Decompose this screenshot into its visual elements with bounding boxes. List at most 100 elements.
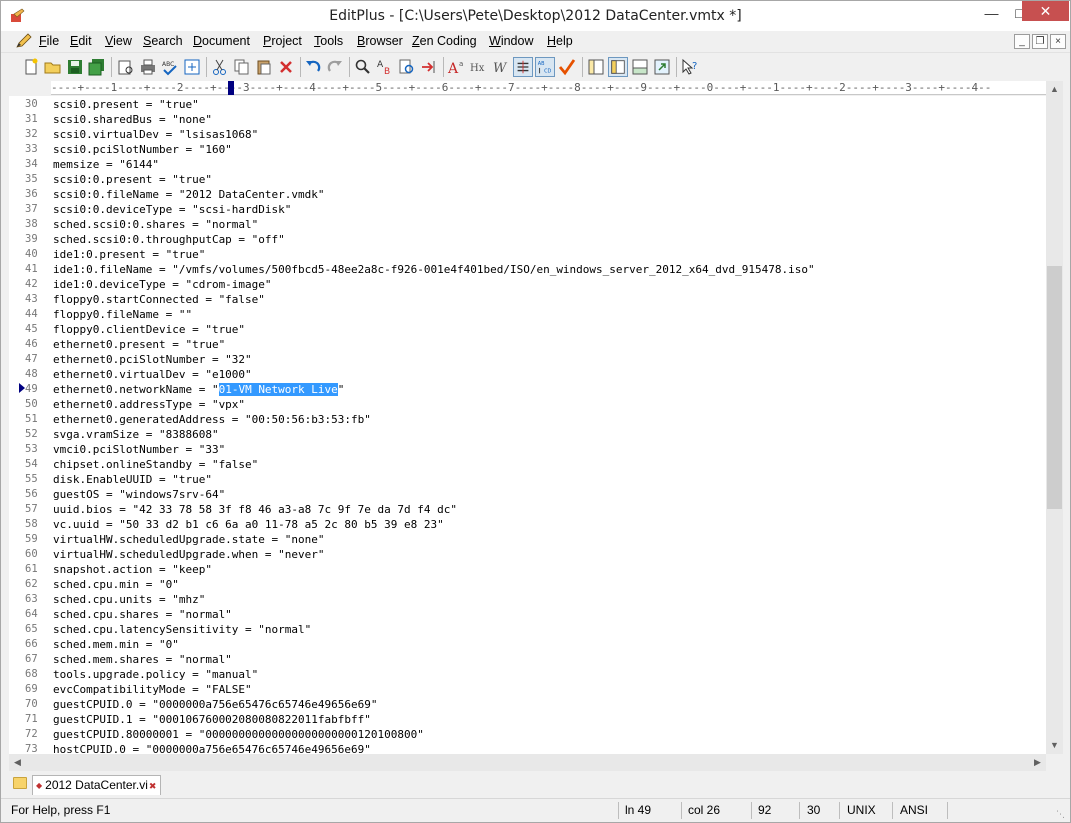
code-line[interactable]: ide1:0.present = "true" — [53, 247, 205, 262]
title-bar[interactable]: EditPlus - [C:\Users\Pete\Desktop\2012 D… — [1, 1, 1070, 31]
delete-icon[interactable] — [276, 57, 296, 77]
code-line[interactable]: virtualHW.scheduledUpgrade.when = "never… — [53, 547, 325, 562]
status-line-ending[interactable]: UNIX — [847, 803, 876, 817]
code-line[interactable]: sched.cpu.min = "0" — [53, 577, 179, 592]
output-window-icon[interactable] — [630, 57, 650, 77]
close-button[interactable]: ✕ — [1022, 1, 1069, 21]
code-line[interactable]: tools.upgrade.policy = "manual" — [53, 667, 258, 682]
menu-project[interactable]: Project — [263, 34, 302, 48]
code-line[interactable]: scsi0.sharedBus = "none" — [53, 112, 212, 127]
undo-icon[interactable] — [303, 57, 323, 77]
scroll-right-arrow-icon[interactable]: ▶ — [1029, 754, 1046, 771]
code-line[interactable]: scsi0:0.fileName = "2012 DataCenter.vmdk… — [53, 187, 325, 202]
menu-help[interactable]: Help — [547, 34, 573, 48]
vertical-scrollbar[interactable]: ▲ ▼ — [1046, 81, 1063, 754]
code-line[interactable]: sched.scsi0:0.throughputCap = "off" — [53, 232, 285, 247]
code-line[interactable]: evcCompatibilityMode = "FALSE" — [53, 682, 252, 697]
hex-viewer-icon[interactable]: Hx — [469, 57, 489, 77]
code-line[interactable]: scsi0.virtualDev = "lsisas1068" — [53, 127, 258, 142]
paste-icon[interactable] — [254, 57, 274, 77]
code-line[interactable]: disk.EnableUUID = "true" — [53, 472, 212, 487]
mdi-close-button[interactable]: × — [1050, 34, 1066, 49]
ruler-icon[interactable] — [513, 57, 533, 77]
mdi-minimize-button[interactable]: _ — [1014, 34, 1030, 49]
folder-icon[interactable] — [13, 777, 27, 789]
redo-icon[interactable] — [325, 57, 345, 77]
mdi-restore-button[interactable]: ❐ — [1032, 34, 1048, 49]
menu-search[interactable]: Search — [143, 34, 183, 48]
menu-zen-coding[interactable]: Zen Coding — [412, 34, 477, 48]
context-help-icon[interactable]: ? — [680, 57, 700, 77]
new-file-icon[interactable] — [21, 57, 41, 77]
code-line[interactable]: ethernet0.present = "true" — [53, 337, 225, 352]
spell-check-icon[interactable]: ABC — [160, 57, 180, 77]
code-line[interactable]: floppy0.fileName = "" — [53, 307, 192, 322]
code-line[interactable]: ide1:0.deviceType = "cdrom-image" — [53, 277, 272, 292]
code-line[interactable]: scsi0.pciSlotNumber = "160" — [53, 142, 232, 157]
scroll-left-arrow-icon[interactable]: ◀ — [9, 754, 26, 771]
code-line[interactable]: svga.vramSize = "8388608" — [53, 427, 219, 442]
open-file-icon[interactable] — [43, 57, 63, 77]
code-line[interactable]: floppy0.startConnected = "false" — [53, 292, 265, 307]
word-wrap-icon[interactable]: W — [491, 57, 511, 77]
scroll-up-arrow-icon[interactable]: ▲ — [1046, 81, 1063, 98]
tab-close-icon[interactable]: ✖ — [149, 777, 157, 796]
resize-grip-icon[interactable]: ⋱ — [1056, 808, 1068, 820]
save-all-icon[interactable] — [87, 57, 107, 77]
spell-icon[interactable] — [557, 57, 577, 77]
goto-line-icon[interactable] — [419, 57, 439, 77]
line-number-icon[interactable]: ABCD — [535, 57, 555, 77]
menu-tools[interactable]: Tools — [314, 34, 343, 48]
code-line[interactable]: ethernet0.generatedAddress = "00:50:56:b… — [53, 412, 371, 427]
code-line[interactable]: uuid.bios = "42 33 78 58 3f f8 46 a3-a8 … — [53, 502, 457, 517]
menu-file[interactable]: File — [39, 34, 59, 48]
menu-edit[interactable]: Edit — [70, 34, 92, 48]
code-line[interactable]: chipset.onlineStandby = "false" — [53, 457, 258, 472]
print-icon[interactable] — [138, 57, 158, 77]
cut-icon[interactable] — [210, 57, 230, 77]
code-line-current[interactable]: ethernet0.networkName = "01-VM Network L… — [53, 382, 344, 397]
code-line[interactable]: sched.cpu.units = "mhz" — [53, 592, 205, 607]
code-line[interactable]: ide1:0.fileName = "/vmfs/volumes/500fbcd… — [53, 262, 815, 277]
menu-browser[interactable]: Browser — [357, 34, 403, 48]
code-line[interactable]: ethernet0.pciSlotNumber = "32" — [53, 352, 252, 367]
code-line[interactable]: sched.cpu.shares = "normal" — [53, 607, 232, 622]
code-line[interactable]: vc.uuid = "50 33 d2 b1 c6 6a a0 11-78 a5… — [53, 517, 444, 532]
code-line[interactable]: ethernet0.virtualDev = "e1000" — [53, 367, 252, 382]
minimize-button[interactable]: — — [977, 2, 1006, 24]
cliptext-icon[interactable] — [586, 57, 606, 77]
find-icon[interactable] — [353, 57, 373, 77]
menu-window[interactable]: Window — [489, 34, 533, 48]
code-line[interactable]: scsi0.present = "true" — [53, 97, 199, 112]
replace-icon[interactable]: AB — [375, 57, 395, 77]
code-line[interactable]: guestCPUID.80000001 = "00000000000000000… — [53, 727, 424, 742]
print-preview-icon[interactable] — [116, 57, 136, 77]
horizontal-scrollbar[interactable]: ◀ ▶ — [9, 754, 1046, 771]
menu-document[interactable]: Document — [193, 34, 250, 48]
fullscreen-icon[interactable] — [652, 57, 672, 77]
find-in-files-icon[interactable] — [397, 57, 417, 77]
code-line[interactable]: sched.scsi0:0.shares = "normal" — [53, 217, 258, 232]
status-encoding[interactable]: ANSI — [900, 803, 928, 817]
directory-icon[interactable] — [608, 57, 628, 77]
text-editor[interactable]: 30 31 32 33 34 35 36 37 38 39 40 41 42 4… — [9, 96, 1046, 754]
horizontal-scroll-thumb[interactable] — [26, 755, 1029, 770]
browser-preview-icon[interactable] — [182, 57, 202, 77]
code-line[interactable]: virtualHW.scheduledUpgrade.state = "none… — [53, 532, 325, 547]
scroll-down-arrow-icon[interactable]: ▼ — [1046, 737, 1063, 754]
selected-text[interactable]: 01-VM Network Live — [218, 383, 338, 396]
document-tab[interactable]: ◆ 2012 DataCenter.vi✖ — [32, 775, 162, 796]
code-line[interactable]: memsize = "6144" — [53, 157, 159, 172]
code-line[interactable]: vmci0.pciSlotNumber = "33" — [53, 442, 225, 457]
code-line[interactable]: ethernet0.addressType = "vpx" — [53, 397, 245, 412]
code-line[interactable]: guestCPUID.0 = "0000000a756e65476c65746e… — [53, 697, 378, 712]
code-line[interactable]: sched.cpu.latencySensitivity = "normal" — [53, 622, 311, 637]
code-line[interactable]: scsi0:0.deviceType = "scsi-hardDisk" — [53, 202, 291, 217]
code-line[interactable]: sched.mem.min = "0" — [53, 637, 179, 652]
copy-icon[interactable] — [232, 57, 252, 77]
code-line[interactable]: snapshot.action = "keep" — [53, 562, 212, 577]
menu-view[interactable]: View — [105, 34, 132, 48]
code-line[interactable]: guestOS = "windows7srv-64" — [53, 487, 225, 502]
code-line[interactable]: floppy0.clientDevice = "true" — [53, 322, 245, 337]
code-line[interactable]: scsi0:0.present = "true" — [53, 172, 212, 187]
